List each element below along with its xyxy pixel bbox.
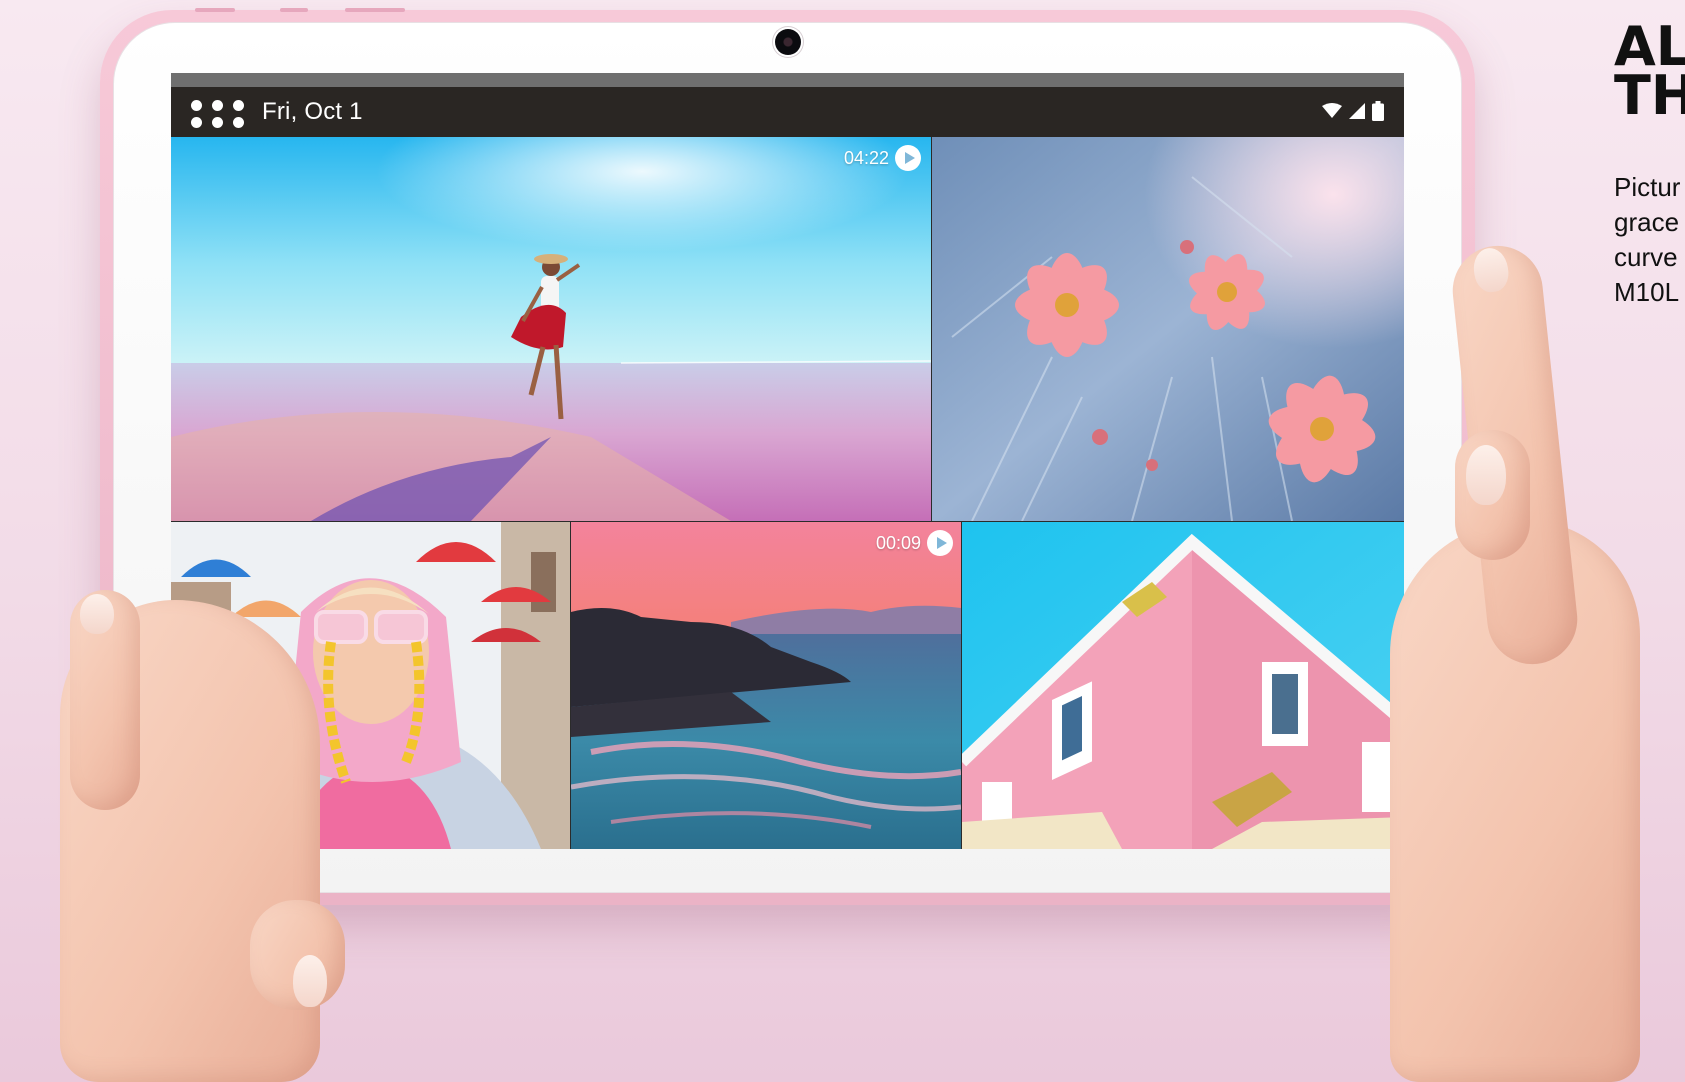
body-copy: Pictur grace curve M10L [1614, 170, 1685, 310]
cosmos-flowers-photo [932, 137, 1404, 521]
battery-icon [1372, 101, 1384, 121]
video-duration: 04:22 [843, 147, 889, 168]
status-date: Fri, Oct 1 [262, 98, 363, 125]
signal-icon [1349, 103, 1365, 119]
gallery-tile-beach-dancer[interactable]: 04:22 [171, 137, 931, 521]
right-finger-nail [1466, 445, 1506, 505]
status-bar: Fri, Oct 1 [171, 87, 1404, 137]
gallery-tile-cosmos-flowers[interactable] [932, 137, 1404, 521]
video-duration-badge: 04:22 [844, 145, 921, 171]
beach-dancer-photo [171, 137, 931, 521]
side-marketing-copy: AL TH Pictur grace curve M10L [1614, 22, 1685, 310]
sunset-sea-photo [571, 522, 961, 849]
play-icon[interactable] [895, 145, 921, 171]
volume-down-button [345, 8, 405, 12]
body-line-2: grace [1614, 207, 1680, 237]
body-line-1: Pictur [1614, 172, 1681, 202]
video-duration-badge: 00:09 [876, 530, 953, 556]
left-thumb-nail [80, 594, 114, 634]
screen-top-strip [171, 73, 1404, 87]
body-line-4: M10L [1614, 277, 1680, 307]
apps-grid-icon[interactable] [191, 100, 245, 128]
video-duration: 00:09 [875, 532, 921, 553]
volume-up-button [280, 8, 308, 12]
front-camera [775, 29, 801, 55]
play-icon[interactable] [927, 530, 953, 556]
pink-building-photo [962, 522, 1404, 849]
power-button [195, 8, 235, 12]
headline-line-2: TH [1614, 64, 1685, 127]
left-finger-nail [293, 955, 327, 1007]
gallery-tile-sunset-sea[interactable]: 00:09 [571, 522, 961, 849]
system-status-icons [1322, 101, 1384, 121]
tablet-screen: Fri, Oct 1 04:22 00:09 [171, 73, 1404, 849]
headline: AL TH [1614, 22, 1685, 123]
body-line-3: curve [1614, 242, 1678, 272]
wifi-icon [1322, 103, 1342, 118]
gallery-tile-pink-building[interactable] [962, 522, 1404, 849]
